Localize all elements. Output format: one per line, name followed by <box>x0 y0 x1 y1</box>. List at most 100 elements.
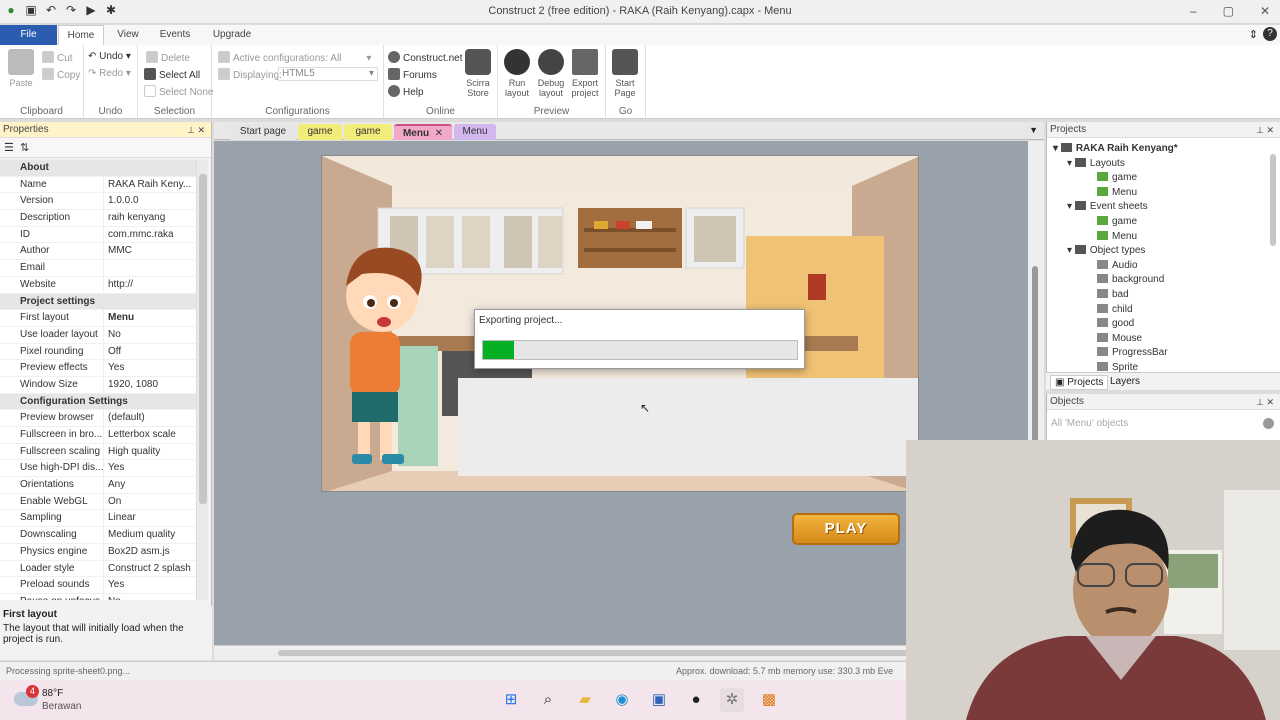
categorized-icon[interactable]: ☰ <box>4 142 14 154</box>
pin-close-icon[interactable]: ⊥ ✕ <box>187 122 205 138</box>
app-recorder-icon[interactable]: ● <box>684 688 708 712</box>
tree-node[interactable]: child <box>1053 303 1271 318</box>
property-section[interactable]: About <box>0 160 196 177</box>
search-icon[interactable]: ⌕ <box>536 688 560 712</box>
copy-button[interactable]: Copy <box>42 68 80 81</box>
property-value[interactable] <box>104 260 196 276</box>
property-value[interactable]: Off <box>104 344 196 360</box>
help-icon[interactable]: ? <box>1263 27 1277 41</box>
property-row[interactable]: Preload sounds Yes <box>0 577 196 594</box>
expand-chevron-icon[interactable]: ▾ <box>1053 143 1061 154</box>
active-configurations-dropdown[interactable]: Active configurations: All ▾ <box>218 51 371 64</box>
tab-menu-events[interactable]: Menu <box>454 124 496 140</box>
property-value[interactable]: http:// <box>104 277 196 293</box>
tree-node[interactable]: game <box>1053 215 1271 230</box>
tab-list-chevron-icon[interactable]: ▼ <box>1029 125 1038 135</box>
tree-node[interactable]: game <box>1053 171 1271 186</box>
scirra-store-button[interactable]: Scirra Store <box>460 49 496 98</box>
property-row[interactable]: Version 1.0.0.0 <box>0 193 196 211</box>
tab-game-events[interactable]: game <box>344 124 392 140</box>
tree-node[interactable]: ▾ Event sheets <box>1053 200 1271 215</box>
property-row[interactable]: Use loader layout No <box>0 326 196 344</box>
property-value[interactable]: MMC <box>104 243 196 259</box>
property-value[interactable]: Box2D asm.js <box>104 544 196 560</box>
property-value[interactable]: Construct 2 splash <box>104 561 196 577</box>
tab-events[interactable]: Events <box>152 25 198 45</box>
property-row[interactable]: Fullscreen in bro... Letterbox scale <box>0 427 196 444</box>
sort-az-icon[interactable]: ⇅ <box>20 142 29 154</box>
close-icon[interactable]: ✕ <box>1260 4 1270 18</box>
objects-filter[interactable]: All 'Menu' objects <box>1051 418 1128 429</box>
tab-view[interactable]: View <box>108 25 148 45</box>
property-value[interactable]: Letterbox scale <box>104 427 196 443</box>
property-value[interactable]: com.mmc.raka <box>104 227 196 243</box>
property-value[interactable]: Medium quality <box>104 527 196 543</box>
debug-layout-button[interactable]: Debug layout <box>534 49 568 98</box>
maximize-icon[interactable]: ▢ <box>1223 4 1234 18</box>
windows-start-icon[interactable]: ⊞ <box>499 688 523 712</box>
help-link[interactable]: Help <box>388 85 424 98</box>
redo-button[interactable]: ↷ Redo ▾ <box>88 68 131 79</box>
tree-node[interactable]: good <box>1053 317 1271 332</box>
run-layout-button[interactable]: Run layout <box>500 49 534 98</box>
property-row[interactable]: Pause on unfocusNo <box>0 593 196 600</box>
file-explorer-icon[interactable]: ▰ <box>573 688 597 712</box>
property-value[interactable]: 1920, 1080 <box>104 377 196 393</box>
property-value[interactable]: raih kenyang <box>104 210 196 226</box>
tree-node[interactable]: ▾ RAKA Raih Kenyang* <box>1053 142 1271 157</box>
tree-node[interactable]: bad <box>1053 288 1271 303</box>
tab-projects[interactable]: ▣ Projects <box>1050 375 1109 390</box>
property-row[interactable]: Description raih kenyang <box>0 210 196 227</box>
tab-game-layout[interactable]: game <box>298 124 342 140</box>
delete-button[interactable]: Delete <box>146 51 190 64</box>
scroll-thumb[interactable] <box>278 650 928 656</box>
tree-node[interactable]: Menu <box>1053 230 1271 245</box>
property-row[interactable]: Window Size 1920, 1080 <box>0 376 196 394</box>
tree-node[interactable]: ▾ Layouts <box>1053 157 1271 172</box>
property-row[interactable]: Enable WebGL On <box>0 493 196 511</box>
property-row[interactable]: Use high-DPI dis... Yes <box>0 460 196 478</box>
properties-scrollbar[interactable] <box>196 160 208 600</box>
property-row[interactable]: Name RAKA Raih Keny... <box>0 176 196 194</box>
expand-chevron-icon[interactable]: ▾ <box>1067 201 1075 212</box>
tree-node[interactable]: Menu <box>1053 186 1271 201</box>
displaying-select[interactable]: HTML5 ▾ <box>278 67 378 81</box>
property-section[interactable]: Configuration Settings <box>0 393 196 411</box>
property-section[interactable]: Project settings <box>0 293 196 311</box>
property-value[interactable]: RAKA Raih Keny... <box>104 177 196 193</box>
property-row[interactable]: Physics engine Box2D asm.js <box>0 543 196 561</box>
scroll-thumb[interactable] <box>199 174 207 504</box>
export-project-button[interactable]: Export project <box>568 49 602 98</box>
pin-close-icon[interactable]: ⊥ ✕ <box>1256 122 1274 138</box>
construct-net-link[interactable]: Construct.net <box>388 51 462 64</box>
edge-browser-icon[interactable]: ◉ <box>610 688 634 712</box>
expand-chevron-icon[interactable]: ▾ <box>1067 245 1075 256</box>
property-value[interactable]: Any <box>104 477 196 493</box>
property-row[interactable]: Email <box>0 260 196 277</box>
minimize-icon[interactable]: – <box>1190 4 1197 18</box>
pin-close-icon[interactable]: ⊥ ✕ <box>1256 394 1274 410</box>
tab-start-page[interactable]: Start page <box>230 124 296 140</box>
property-value[interactable]: (default) <box>104 410 196 426</box>
weather-widget[interactable]: 4 88°F Berawan <box>10 685 100 714</box>
tab-upgrade[interactable]: Upgrade <box>204 25 260 45</box>
start-page-button[interactable]: Start Page <box>608 49 642 98</box>
tree-node[interactable]: background <box>1053 273 1271 288</box>
property-value[interactable]: 1.0.0.0 <box>104 193 196 209</box>
cut-button[interactable]: Cut <box>42 51 73 64</box>
store-icon[interactable]: ▣ <box>647 688 671 712</box>
property-row[interactable]: ID com.mmc.raka <box>0 226 196 244</box>
select-all-button[interactable]: Select All <box>144 68 200 81</box>
property-row[interactable]: Preview effects Yes <box>0 360 196 377</box>
xampp-icon[interactable]: ▩ <box>757 688 781 712</box>
tree-node[interactable]: ▾ Object types <box>1053 244 1271 259</box>
scroll-thumb[interactable] <box>1032 266 1038 466</box>
paste-button[interactable]: Paste <box>2 49 40 88</box>
tab-home[interactable]: Home <box>58 25 104 45</box>
tree-scroll-thumb[interactable] <box>1270 154 1276 246</box>
expand-chevron-icon[interactable]: ▾ <box>1067 158 1075 169</box>
property-value[interactable]: Yes <box>104 360 196 376</box>
tree-node[interactable]: Audio <box>1053 259 1271 274</box>
property-value[interactable]: No <box>104 327 196 343</box>
property-row[interactable]: Downscaling Medium quality <box>0 527 196 544</box>
